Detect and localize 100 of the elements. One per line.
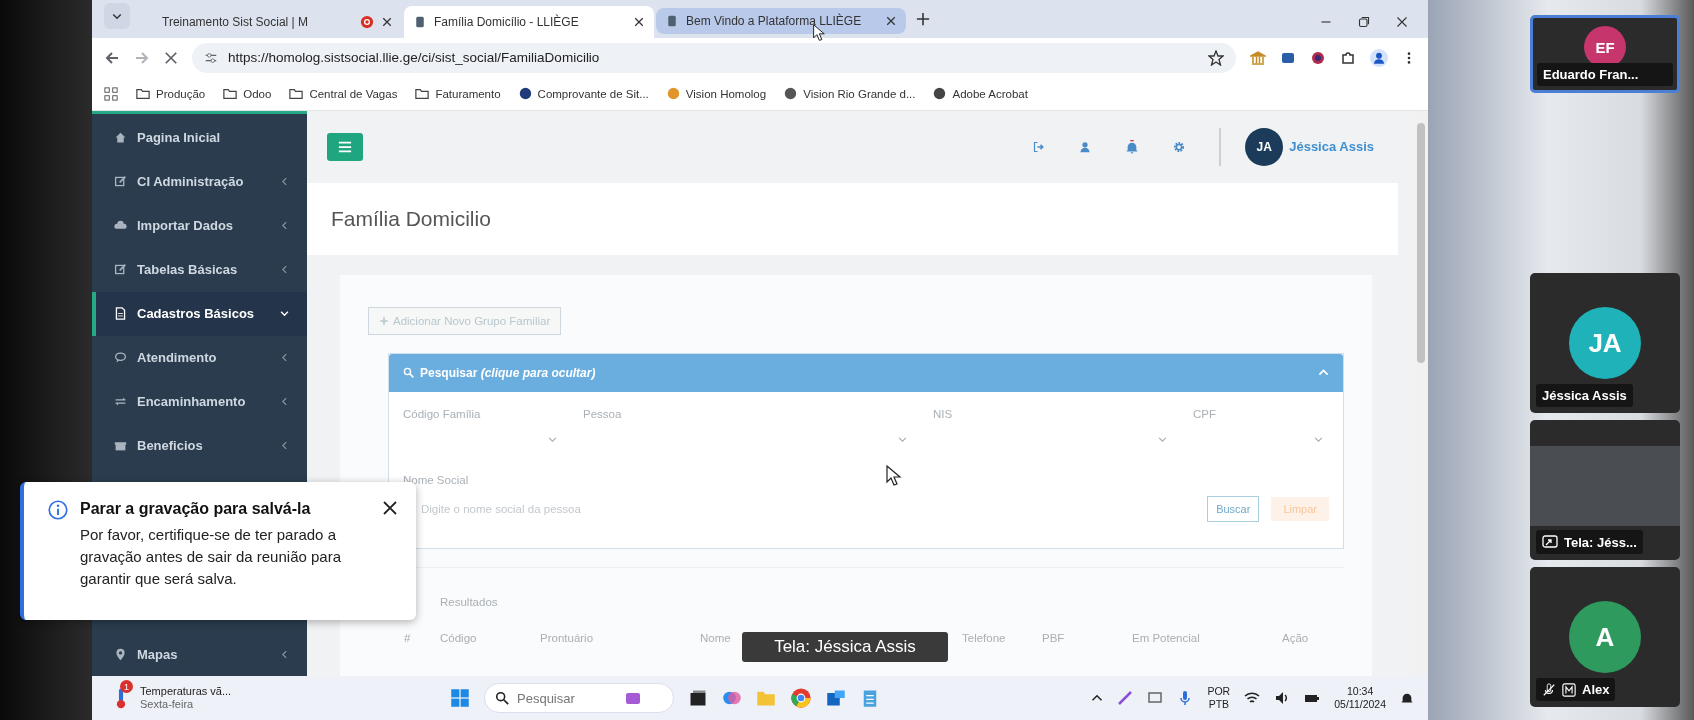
sidebar-item[interactable]: Beneficios bbox=[92, 423, 307, 468]
recording-icon bbox=[360, 14, 374, 29]
back-icon[interactable] bbox=[104, 49, 120, 66]
bookmark[interactable]: Comprovante de Sit... bbox=[518, 87, 649, 101]
profile-icon[interactable] bbox=[1370, 48, 1388, 67]
browser-icon[interactable] bbox=[790, 687, 812, 710]
bookmark[interactable]: Vision Rio Grande d... bbox=[784, 87, 916, 101]
field-label: Pessoa bbox=[583, 407, 622, 420]
column-header: Ação bbox=[1282, 631, 1310, 644]
column-header: Telefone bbox=[962, 631, 1007, 644]
browser-tab[interactable]: Treinamento Sist Social | M bbox=[152, 5, 402, 38]
chevron-down-icon bbox=[898, 435, 907, 445]
apps-grid-icon[interactable] bbox=[104, 86, 118, 101]
notice-text: Por favor, certifique-se de ter parado a gravação antes de sair da reunião para garantir que será salva. bbox=[80, 525, 342, 589]
search-icon bbox=[495, 691, 509, 706]
chevron-left-icon bbox=[280, 265, 289, 275]
chevron-left-icon bbox=[280, 649, 289, 659]
map-pin-icon bbox=[114, 647, 127, 661]
page-icon bbox=[666, 14, 678, 27]
bookmark[interactable]: Odoo bbox=[223, 86, 272, 101]
taskbar-search-bar[interactable]: Pesquisar bbox=[484, 683, 674, 714]
close-icon[interactable] bbox=[886, 15, 896, 26]
browser-tab[interactable]: Bem Vindo a Plataforma LLIÈGE bbox=[656, 7, 906, 34]
plus-icon[interactable] bbox=[916, 11, 930, 26]
close-icon[interactable] bbox=[634, 16, 644, 27]
bookmark[interactable]: Central de Vagas bbox=[289, 86, 398, 101]
start-icon[interactable] bbox=[450, 688, 470, 709]
menu-button[interactable] bbox=[327, 132, 363, 161]
notice-title: Parar a gravação para salvá-la bbox=[80, 500, 312, 518]
user-icon[interactable] bbox=[1079, 140, 1092, 153]
column-header: Prontuário bbox=[540, 631, 595, 644]
sidebar-item[interactable]: Importar Dados bbox=[92, 203, 307, 248]
bookmark[interactable]: Produção bbox=[136, 86, 206, 101]
settings-icon[interactable] bbox=[1173, 140, 1186, 153]
sidebar-item[interactable]: Pagina Inicial bbox=[92, 115, 307, 160]
sidebar-item[interactable]: CI Administração bbox=[92, 159, 307, 204]
field-label: Código Família bbox=[403, 407, 481, 420]
site-icon bbox=[784, 87, 798, 101]
folder-icon bbox=[223, 86, 238, 101]
close-icon[interactable] bbox=[1396, 15, 1408, 28]
bookmark[interactable]: Adobe Acrobat bbox=[933, 87, 1028, 101]
results-title: Resultados bbox=[440, 595, 499, 608]
edit-icon bbox=[114, 263, 127, 277]
site-icon bbox=[666, 87, 680, 101]
bank-icon[interactable] bbox=[1250, 49, 1266, 66]
chevron-left-icon bbox=[280, 441, 289, 451]
star-icon[interactable] bbox=[1208, 49, 1224, 66]
taskbar-search-field[interactable]: Pesquisar bbox=[517, 690, 617, 706]
task-view-icon[interactable] bbox=[688, 688, 708, 709]
column-header: Código bbox=[440, 631, 478, 644]
site-settings-icon bbox=[204, 50, 218, 65]
pen-icon[interactable] bbox=[1117, 690, 1134, 707]
edit-icon bbox=[114, 175, 127, 189]
column-header: PBF bbox=[1042, 631, 1066, 644]
close-icon bbox=[382, 500, 398, 516]
sidebar-item[interactable]: Cadastros Básicos bbox=[92, 291, 307, 336]
plus-icon bbox=[379, 315, 389, 326]
participant-tile[interactable]: JA Jéssica Assis bbox=[1530, 273, 1680, 413]
info-icon bbox=[48, 500, 68, 520]
page-title: Família Domicilio bbox=[331, 206, 491, 231]
puzzle-icon[interactable] bbox=[1340, 49, 1356, 66]
screen-share-icon bbox=[1542, 534, 1558, 550]
address-bar[interactable]: https://homolog.sistsocial.llie.ge/ci/sist_social/FamiliaDomicilio bbox=[192, 42, 1236, 73]
stop-icon[interactable] bbox=[164, 50, 178, 65]
widget-icon bbox=[625, 690, 641, 707]
participant-name: Tela: Jéss... bbox=[1536, 530, 1643, 554]
sidebar-item[interactable]: Mapas bbox=[92, 632, 307, 677]
sidebar-item[interactable]: Atendimento bbox=[92, 335, 307, 380]
participant-name: Alex bbox=[1536, 678, 1616, 701]
language-indicator[interactable]: POR PTB bbox=[1207, 684, 1231, 712]
participant-tile[interactable]: A Alex bbox=[1530, 567, 1680, 707]
bookmark[interactable]: Faturamento bbox=[415, 86, 501, 101]
logout-icon[interactable] bbox=[1033, 140, 1046, 153]
participant-tile[interactable]: Tela: Jéss... bbox=[1530, 420, 1680, 560]
chevron-left-icon bbox=[280, 397, 289, 407]
column-header: Em Potencial bbox=[1132, 631, 1201, 644]
participant-tile[interactable]: EF Eduardo Fran... bbox=[1530, 15, 1680, 93]
chevron-left-icon bbox=[280, 221, 289, 231]
restore-icon[interactable] bbox=[1358, 15, 1370, 28]
scrollbar[interactable] bbox=[1414, 110, 1428, 677]
folder-icon bbox=[415, 86, 430, 101]
field-label: NIS bbox=[933, 407, 953, 420]
clock[interactable]: 10:34 05/11/2024 bbox=[1334, 684, 1386, 712]
search-icon bbox=[403, 367, 414, 379]
sidebar-item[interactable]: Encaminhamento bbox=[92, 379, 307, 424]
field-label: CPF bbox=[1193, 407, 1216, 420]
browser-tab[interactable]: Família Domicílio - LLIÈGE bbox=[404, 5, 654, 38]
m-key-icon bbox=[1562, 682, 1576, 697]
sidebar-item[interactable]: Tabelas Básicas bbox=[92, 247, 307, 292]
bookmark[interactable]: Vision Homolog bbox=[666, 87, 767, 101]
participant-name: Eduardo Fran... bbox=[1537, 63, 1673, 86]
chevron-left-icon bbox=[280, 353, 289, 363]
column-header: Nome bbox=[700, 631, 732, 644]
tab-list-button[interactable] bbox=[104, 2, 130, 29]
user-avatar[interactable]: JA bbox=[1245, 127, 1284, 166]
participant-avatar: A bbox=[1569, 601, 1641, 673]
participant-avatar: JA bbox=[1569, 307, 1641, 379]
name-input-field[interactable]: Digite o nome social da pessoa bbox=[403, 502, 901, 515]
chat-icon bbox=[114, 351, 127, 365]
close-icon[interactable] bbox=[382, 16, 392, 27]
